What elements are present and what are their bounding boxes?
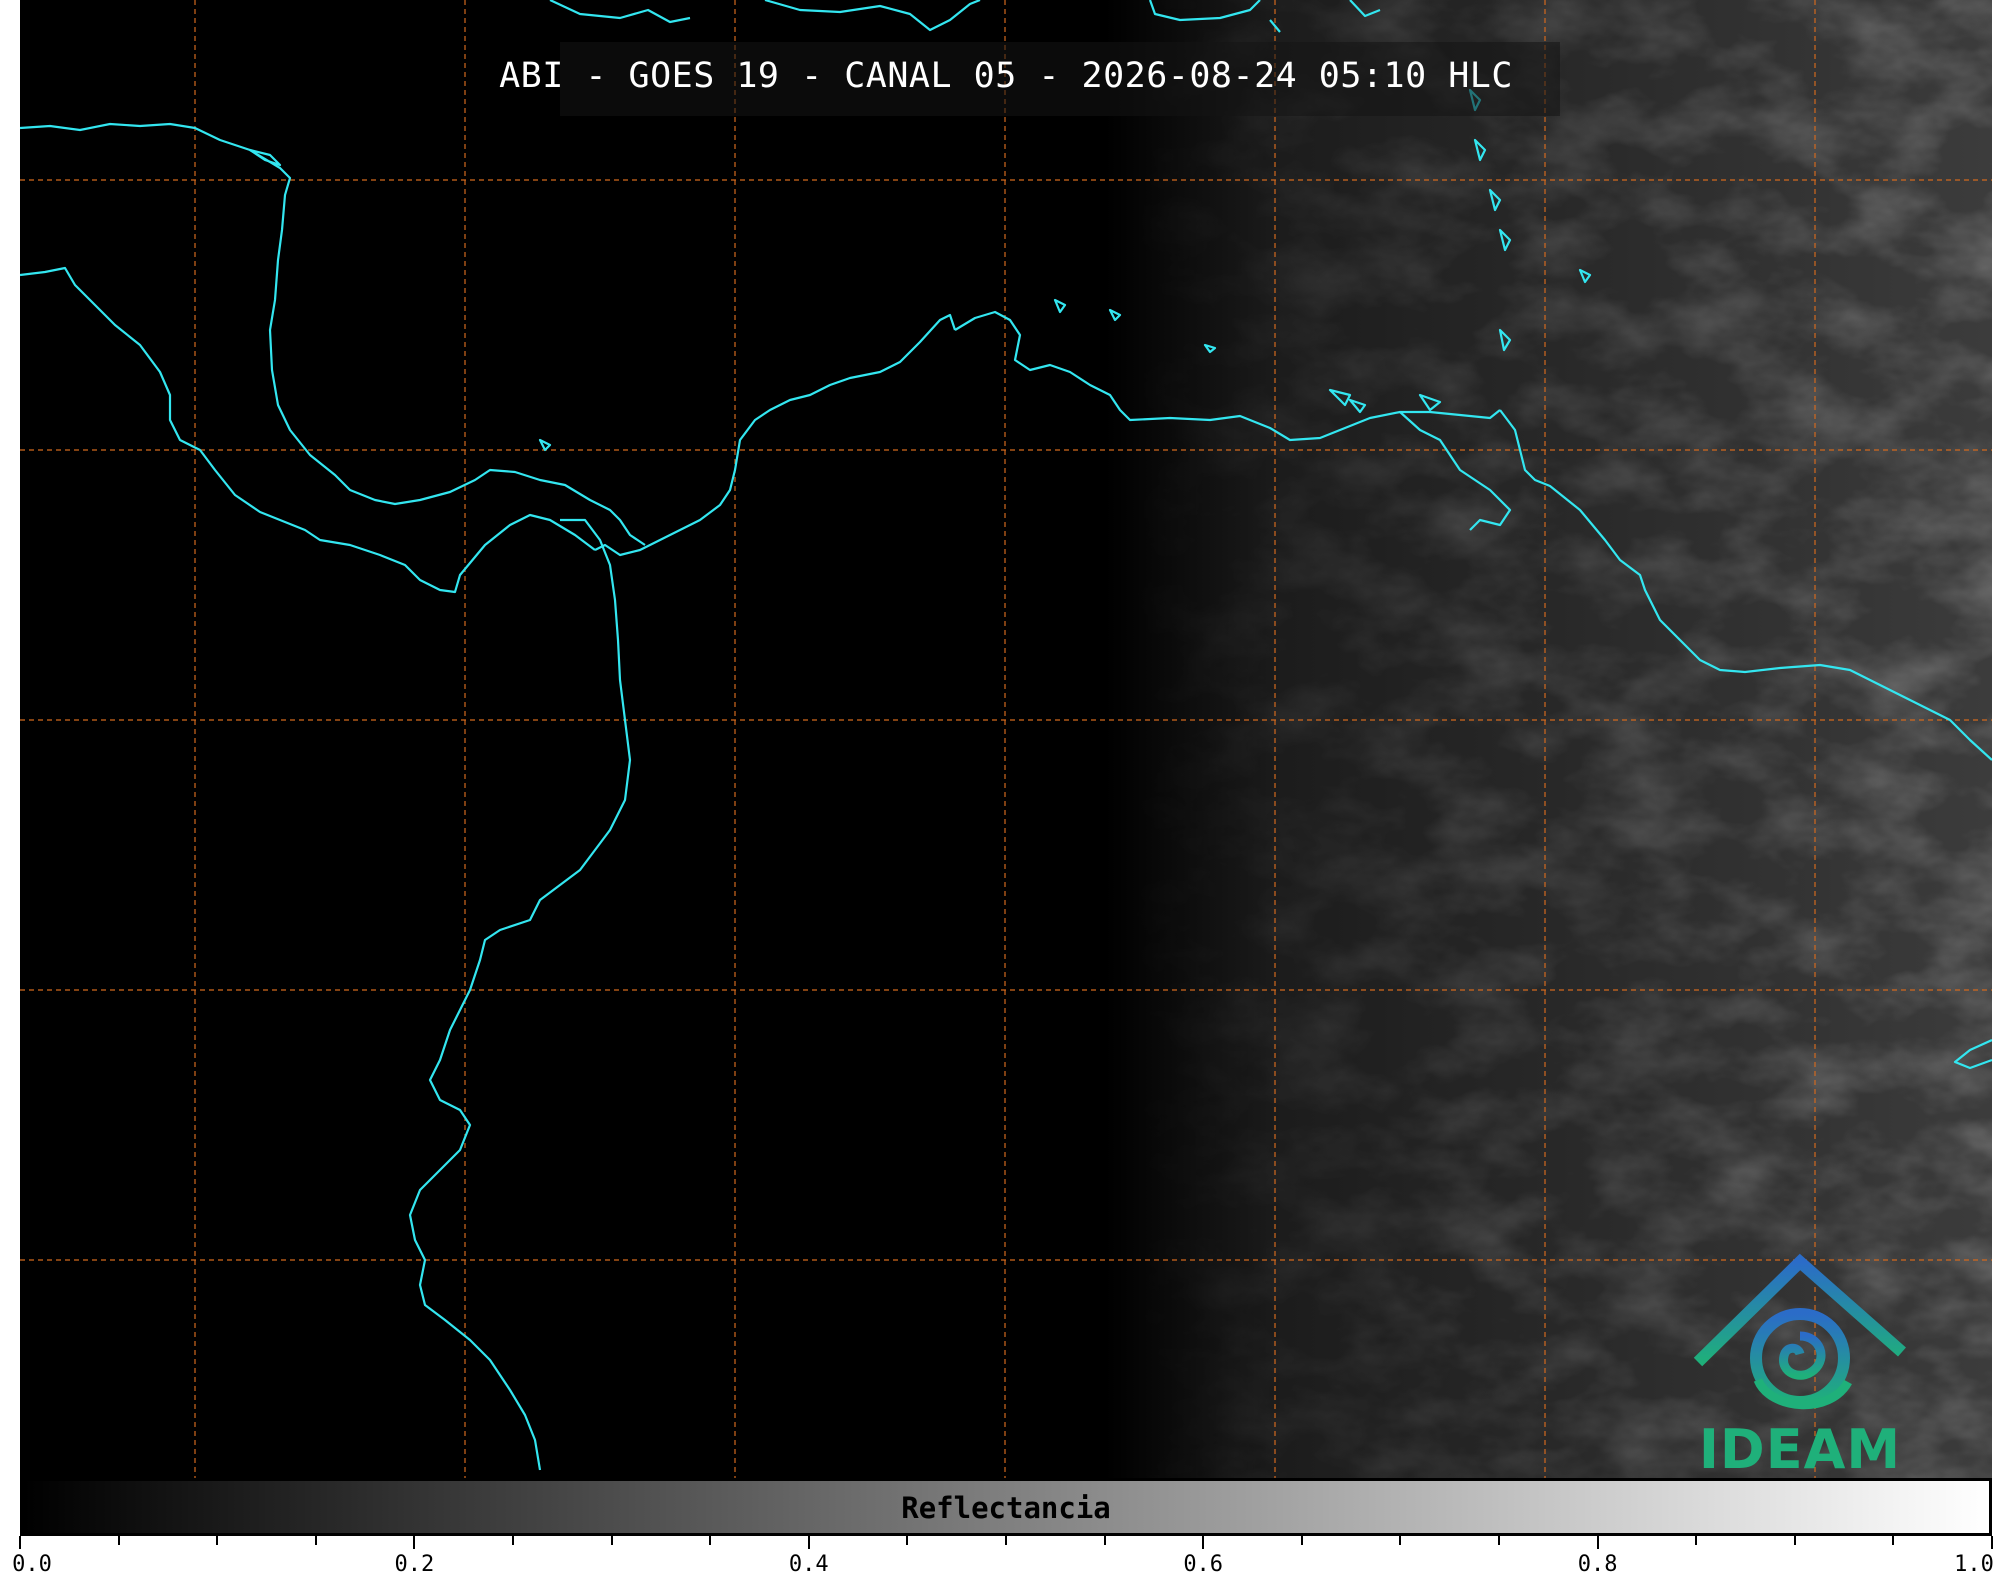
colorbar-tick-mark [314,1536,317,1545]
colorbar-tick-mark [1793,1536,1796,1545]
colorbar-tick-mark [1596,1536,1599,1549]
colorbar-tick-mark [807,1536,810,1549]
colorbar-tick-label: 0.2 [394,1552,435,1577]
colorbar: Reflectancia [20,1478,1992,1536]
satellite-map: ABI - GOES 19 - CANAL 05 - 2026-08-24 05… [20,0,1992,1478]
colorbar-tick-mark [1498,1536,1500,1545]
colorbar-tick-mark [1103,1536,1106,1545]
colorbar-tick-label: 0.8 [1577,1552,1618,1577]
colorbar-tick-label: 1.0 [1954,1552,1994,1577]
colorbar-tick-mark [216,1536,219,1545]
ideam-logo-text: IDEAM [1698,1418,1902,1478]
colorbar-label: Reflectancia [901,1491,1111,1525]
colorbar-tick-label: 0.6 [1183,1552,1224,1577]
colorbar-tick-mark [413,1536,416,1549]
colorbar-tick-mark [1300,1536,1303,1545]
colorbar-tick-mark [1695,1536,1698,1545]
ideam-logo: IDEAM [1680,1250,1920,1478]
colorbar-ticks: 0.0 0.2 0.4 0.6 0.8 1.0 [12,1536,1994,1577]
colorbar-tick-mark [709,1536,712,1545]
colorbar-tick-mark [19,1536,21,1549]
colorbar-tick-mark [1399,1536,1402,1545]
colorbar-tick-mark [906,1536,909,1545]
colorbar-tick-mark [117,1536,120,1545]
map-title: ABI - GOES 19 - CANAL 05 - 2026-08-24 05… [499,56,1513,96]
colorbar-tick-label: 0.0 [12,1552,52,1577]
colorbar-tick-label: 0.4 [788,1552,829,1577]
ideam-emblem-icon [1693,1253,1906,1410]
colorbar-tick-mark [1005,1536,1007,1545]
colorbar-tick-mark [1991,1536,1993,1549]
colorbar-tick-mark [1892,1536,1895,1545]
colorbar-tick-mark [1202,1536,1205,1549]
colorbar-tick-mark [610,1536,613,1545]
colorbar-tick-mark [512,1536,514,1545]
